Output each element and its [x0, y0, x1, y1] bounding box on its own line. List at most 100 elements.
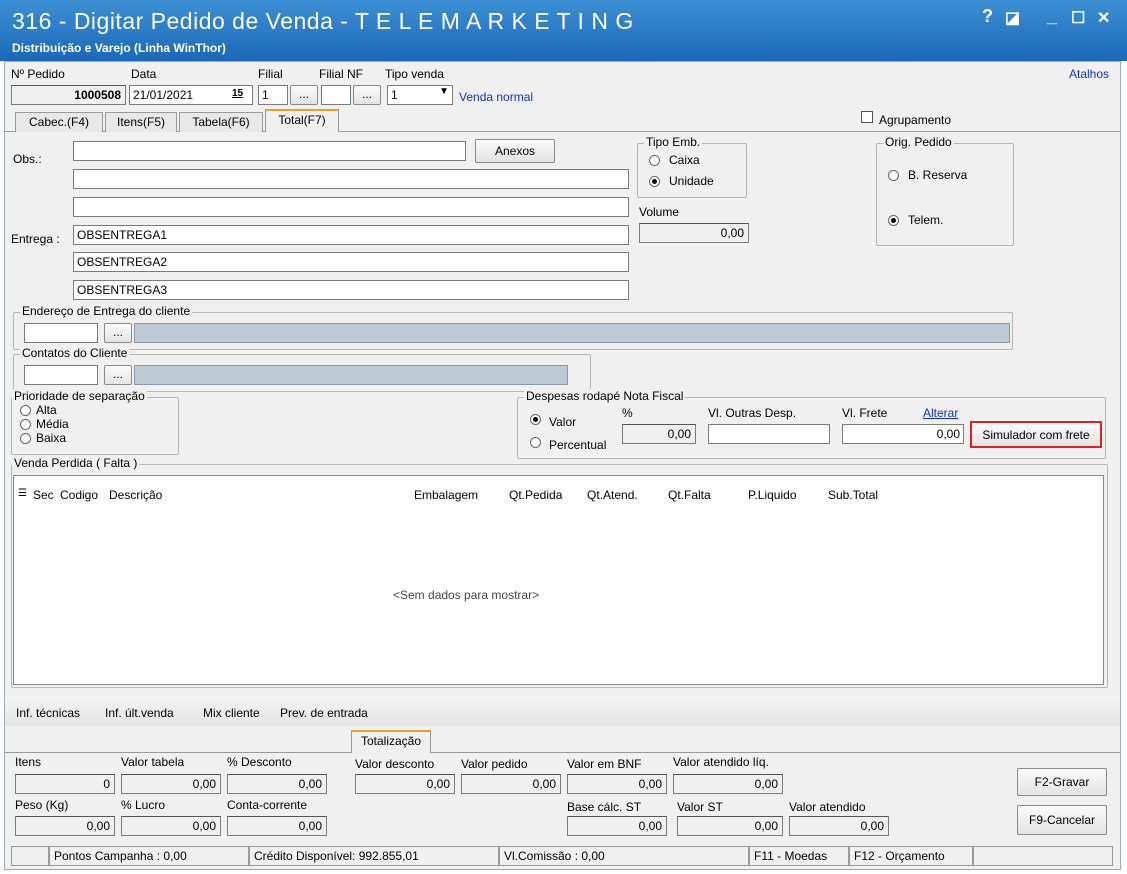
tipovenda-select[interactable]: 1 ▼ [387, 85, 453, 105]
valor-radio[interactable] [530, 414, 541, 425]
col-descricao[interactable]: Descrição [109, 488, 162, 502]
obs-line-1[interactable] [73, 141, 466, 161]
tab-cabec[interactable]: Cabec.(F4) [15, 112, 103, 132]
contatos-lookup-button[interactable]: ... [104, 365, 132, 385]
col-sec[interactable]: Sec [33, 488, 54, 502]
valor-tabela-value: 0,00 [121, 774, 221, 794]
b-reserva-radio[interactable] [888, 170, 899, 181]
gravar-button[interactable]: F2-Gravar [1017, 768, 1107, 796]
prioridade-title: Prioridade de separação [12, 389, 147, 403]
tab-itens[interactable]: Itens(F5) [105, 112, 177, 132]
col-codigo[interactable]: Codigo [60, 488, 98, 502]
b-reserva-label: B. Reserva [908, 168, 968, 182]
inf-ult-venda-link[interactable]: Inf. últ.venda [105, 706, 174, 720]
lucro-value: 0,00 [121, 816, 221, 836]
media-radio[interactable] [20, 419, 31, 430]
itens-label: Itens [15, 755, 42, 769]
endereco-lookup-button[interactable]: ... [104, 323, 132, 343]
filial-lookup-button[interactable]: ... [290, 85, 318, 105]
pct-label: % [622, 406, 633, 420]
contatos-code-field[interactable] [24, 365, 98, 385]
endereco-title: Endereço de Entrega do cliente [20, 304, 193, 318]
filialnf-field[interactable] [321, 85, 351, 105]
caixa-radio[interactable] [649, 155, 660, 166]
outras-desp-field[interactable] [708, 424, 830, 444]
anexos-button[interactable]: Anexos [475, 139, 555, 163]
agrupamento-checkbox[interactable] [861, 111, 873, 123]
valor-atendido-liq-value: 0,00 [673, 774, 783, 794]
calendar-icon[interactable]: 15 [232, 88, 243, 99]
alta-radio[interactable] [20, 405, 31, 416]
entrega-line-2[interactable]: OBSENTREGA2 [73, 252, 629, 272]
venda-perdida-grid[interactable] [13, 475, 1104, 685]
cancelar-button[interactable]: F9-Cancelar [1017, 805, 1107, 835]
tab-tabela[interactable]: Tabela(F6) [179, 112, 263, 132]
prev-entrada-link[interactable]: Prev. de entrada [280, 706, 368, 720]
valor-pedido-label: Valor pedido [461, 757, 528, 771]
agrupamento-label: Agrupamento [879, 113, 952, 127]
mix-cliente-link[interactable]: Mix cliente [203, 706, 260, 720]
col-p-liquido[interactable]: P.Liquido [748, 488, 797, 502]
totalizacao-line [5, 752, 1120, 753]
pedido-number: 1000508 [11, 85, 126, 105]
grid-menu-icon[interactable]: ☰ [18, 488, 27, 499]
obs-line-2[interactable] [73, 169, 629, 189]
venda-perdida-title: Venda Perdida ( Falta ) [12, 456, 140, 470]
status-comissao: Vl.Comissão : 0,00 [499, 846, 749, 866]
valor-bnf-value: 0,00 [567, 774, 667, 794]
endereco-code-field[interactable] [24, 323, 98, 343]
desconto-label: % Desconto [227, 755, 292, 769]
col-embalagem[interactable]: Embalagem [414, 488, 478, 502]
unidade-radio[interactable] [649, 176, 660, 187]
filialnf-lookup-button[interactable]: ... [353, 85, 381, 105]
media-label: Média [36, 417, 69, 431]
entrega-line-3[interactable]: OBSENTREGA3 [73, 280, 629, 300]
tab-total[interactable]: Total(F7) [265, 109, 339, 132]
caixa-label: Caixa [669, 153, 700, 167]
volume-value: 0,00 [639, 223, 749, 243]
filial-field[interactable]: 1 [258, 85, 288, 105]
baixa-radio[interactable] [20, 433, 31, 444]
telem-radio[interactable] [888, 215, 899, 226]
percentual-radio[interactable] [530, 437, 541, 448]
obs-label: Obs.: [13, 152, 42, 166]
col-qt-pedida[interactable]: Qt.Pedida [509, 488, 562, 502]
close-icon[interactable]: ✕ [1097, 8, 1110, 28]
maximize-icon[interactable]: ☐ [1071, 8, 1085, 28]
valor-label: Valor [549, 415, 577, 429]
col-qt-falta[interactable]: Qt.Falta [668, 488, 711, 502]
obs-line-3[interactable] [73, 197, 629, 217]
volume-label: Volume [639, 205, 680, 219]
valor-pedido-value: 0,00 [461, 774, 561, 794]
tipovenda-label: Tipo venda [385, 67, 444, 81]
minimize-icon[interactable]: _ [1047, 6, 1057, 27]
frete-field[interactable]: 0,00 [842, 424, 964, 444]
contatos-description [134, 365, 568, 385]
help-icon[interactable]: ? [982, 6, 993, 27]
valor-tabela-label: Valor tabela [121, 755, 185, 769]
inf-tecnicas-link[interactable]: Inf. técnicas [16, 706, 80, 720]
status-orcamento[interactable]: F12 - Orçamento [849, 846, 973, 866]
desconto-value: 0,00 [227, 774, 327, 794]
status-credito: Crédito Disponível: 992.855,01 [249, 846, 499, 866]
status-pontos: Pontos Campanha : 0,00 [49, 846, 249, 866]
col-qt-atend[interactable]: Qt.Atend. [587, 488, 638, 502]
unidade-label: Unidade [669, 174, 714, 188]
tab-totalizacao[interactable]: Totalização [351, 730, 431, 753]
simulador-frete-button[interactable]: Simulador com frete [970, 421, 1102, 448]
restore-icon[interactable]: ◪ [1005, 8, 1020, 28]
entrega-line-1[interactable]: OBSENTREGA1 [73, 225, 629, 245]
status-moedas[interactable]: F11 - Moedas [749, 846, 849, 866]
col-sub-total[interactable]: Sub.Total [828, 488, 878, 502]
status-cell-end [973, 846, 1113, 866]
valor-desconto-value: 0,00 [355, 774, 455, 794]
valor-st-label: Valor ST [677, 800, 723, 814]
contatos-title: Contatos do Cliente [20, 346, 130, 360]
conta-corrente-label: Conta-corrente [227, 798, 308, 812]
peso-label: Peso (Kg) [15, 798, 69, 812]
valor-atendido-liq-label: Valor atendido líq. [673, 755, 769, 769]
peso-value: 0,00 [15, 816, 115, 836]
alterar-link[interactable]: Alterar [923, 406, 958, 420]
tipo-emb-group: Tipo Emb. Caixa Unidade [637, 135, 747, 198]
atalhos-link[interactable]: Atalhos [1069, 67, 1109, 81]
